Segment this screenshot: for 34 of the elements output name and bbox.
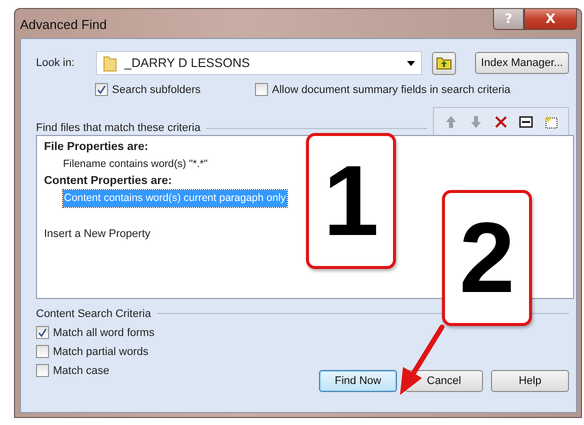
- number-callout: 2: [442, 190, 532, 326]
- check-mark-icon: [38, 328, 47, 337]
- checkbox[interactable]: [255, 83, 268, 96]
- checkbox[interactable]: [95, 83, 108, 96]
- group-title: Content Search Criteria: [36, 308, 151, 320]
- up-folder-button[interactable]: [432, 52, 456, 74]
- option-checkbox[interactable]: Allow document summary fields in search criteria: [255, 83, 510, 96]
- number-callout: 1: [306, 133, 396, 269]
- delete-icon[interactable]: [492, 114, 509, 130]
- option-checkbox[interactable]: Match all word forms: [36, 326, 154, 339]
- option-checkbox[interactable]: Match case: [36, 364, 154, 377]
- checkbox[interactable]: [36, 364, 49, 377]
- new-item-icon[interactable]: [543, 114, 560, 130]
- checkbox[interactable]: [36, 345, 49, 358]
- look-in-dropdown[interactable]: _DARRY D LESSONS: [96, 51, 422, 75]
- close-button[interactable]: X: [524, 9, 577, 30]
- option-checkbox[interactable]: Search subfolders: [95, 83, 255, 96]
- checkbox[interactable]: [36, 326, 49, 339]
- minus-box-icon[interactable]: [518, 114, 534, 130]
- check-mark-icon: [97, 85, 106, 94]
- group-title: Find files that match these criteria: [36, 122, 200, 135]
- option-checkbox[interactable]: Match partial words: [36, 345, 154, 358]
- insert-property-item[interactable]: Insert a New Property: [44, 226, 150, 243]
- dropdown-arrow-icon: [407, 60, 416, 66]
- up-folder-icon: [436, 56, 452, 70]
- dialog-button[interactable]: Help: [491, 370, 569, 392]
- window-title: Advanced Find: [20, 17, 107, 32]
- section-heading: File Properties are:: [44, 140, 148, 155]
- section-heading: Content Properties are:: [44, 174, 172, 189]
- criteria-item[interactable]: Filename contains word(s) "*.*": [63, 156, 208, 173]
- dialog-button[interactable]: Find Now: [319, 370, 397, 392]
- index-manager-button[interactable]: Index Manager...: [475, 52, 569, 74]
- folder-icon: [102, 54, 117, 72]
- look-in-label: Look in:: [36, 57, 75, 69]
